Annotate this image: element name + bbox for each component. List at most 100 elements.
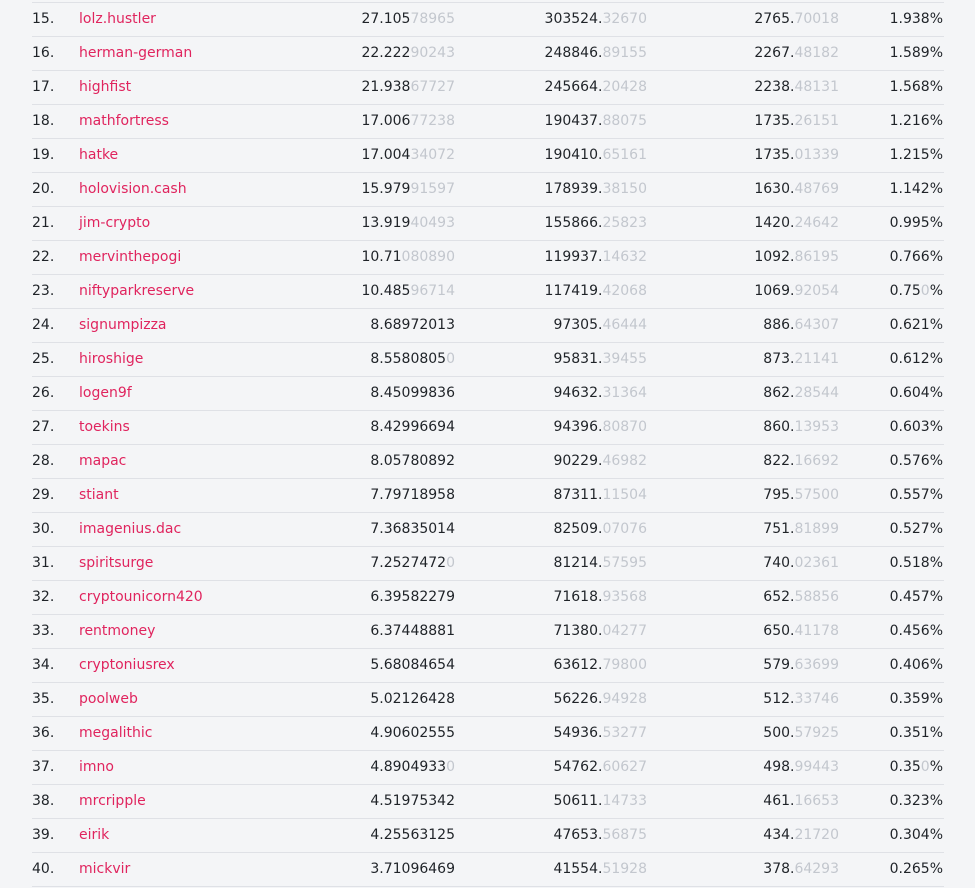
percentage-cell-main: 0.612% <box>889 351 943 367</box>
account-name-link[interactable]: stiant <box>79 479 119 512</box>
value-cell-3-main: 860. <box>763 419 795 435</box>
value-cell-1: 7.36835014 <box>370 513 455 546</box>
account-name-link[interactable]: hatke <box>79 139 118 172</box>
percentage-cell-main: 1.215% <box>889 147 943 163</box>
account-name-link[interactable]: spiritsurge <box>79 547 153 580</box>
account-name-link[interactable]: mathfortress <box>79 105 169 138</box>
account-name-link[interactable]: mervinthepogi <box>79 241 181 274</box>
account-name-link[interactable]: poolweb <box>79 683 138 716</box>
value-cell-2: 248846.89155 <box>545 37 647 70</box>
value-cell-1: 13.91940493 <box>361 207 455 240</box>
rank-number: 27. <box>32 419 55 435</box>
account-name-link[interactable]: hiroshige <box>79 343 143 376</box>
account-name-link[interactable]: imagenius.dac <box>79 513 181 546</box>
value-cell-3-faded-digits: 64293 <box>794 861 839 877</box>
account-name-link[interactable]: herman-german <box>79 37 192 70</box>
value-cell-2: 87311.11504 <box>553 479 647 512</box>
account-name-link[interactable]: signumpizza <box>79 309 167 342</box>
value-cell-1: 7.25274720 <box>370 547 455 580</box>
value-cell-3-faded-digits: 01339 <box>794 147 839 163</box>
account-name-link[interactable]: lolz.hustler <box>79 3 156 36</box>
value-cell-2-faded-digits: 14632 <box>602 249 647 265</box>
value-cell-1-main: 17.006 <box>361 113 411 129</box>
value-cell-1-main: 21.938 <box>361 79 411 95</box>
table-row: 37. imno 4.89049330 54762.60627 498.99443 0.3… <box>32 751 944 785</box>
value-cell-2-faded-digits: 60627 <box>602 759 647 775</box>
percentage-cell: 0.456% <box>890 615 943 648</box>
percentage-cell: 0.304% <box>890 819 943 852</box>
rank-number: 28. <box>32 453 55 469</box>
rank-number: 40. <box>32 861 55 877</box>
value-cell-1: 8.42996694 <box>370 411 455 444</box>
value-cell-3: 751.81899 <box>763 513 839 546</box>
leaderboard-table: 15. lolz.hustler 27.10578965 303524.32670 27… <box>32 2 944 887</box>
value-cell-2: 94632.31364 <box>553 377 647 410</box>
account-name-link[interactable]: rentmoney <box>79 615 155 648</box>
value-cell-3-faded-digits: 63699 <box>794 657 839 673</box>
value-cell-1: 8.68972013 <box>370 309 455 342</box>
percentage-cell-faded-digits: 0 <box>920 283 930 299</box>
value-cell-2: 63612.79800 <box>553 649 647 682</box>
account-name-link[interactable]: cryptounicorn420 <box>79 581 203 614</box>
value-cell-1: 15.97991597 <box>361 173 455 206</box>
value-cell-2: 117419.42068 <box>545 275 647 308</box>
account-name-link[interactable]: megalithic <box>79 717 152 750</box>
account-name-link[interactable]: toekins <box>79 411 130 444</box>
value-cell-2-main: 178939. <box>544 181 603 197</box>
table-row: 22. mervinthepogi 10.71080890 119937.14632 1… <box>32 241 944 275</box>
rank-number: 35. <box>32 691 55 707</box>
value-cell-2: 90229.46982 <box>553 445 647 478</box>
table-row: 25. hiroshige 8.55808050 95831.39455 873.211… <box>32 343 944 377</box>
table-row: 17. highfist 21.93867727 245664.20428 2238.4… <box>32 71 944 105</box>
account-name-link[interactable]: highfist <box>79 71 131 104</box>
value-cell-2-faded-digits: 38150 <box>602 181 647 197</box>
rank-number: 33. <box>32 623 55 639</box>
value-cell-1-faded-digits: 080890 <box>401 249 455 265</box>
account-name-link[interactable]: mapac <box>79 445 126 478</box>
value-cell-1: 17.00434072 <box>361 139 455 172</box>
percentage-cell: 0.603% <box>890 411 943 444</box>
account-name-link[interactable]: jim-crypto <box>79 207 150 240</box>
value-cell-1-faded-digits: 0 <box>446 555 455 571</box>
value-cell-1-main: 4.90602555 <box>370 725 455 741</box>
value-cell-1-main: 3.71096469 <box>370 861 455 877</box>
account-name-link[interactable]: imno <box>79 751 114 784</box>
value-cell-1: 8.55808050 <box>370 343 455 376</box>
percentage-cell-main: 0.557% <box>889 487 943 503</box>
value-cell-1: 10.71080890 <box>361 241 455 274</box>
value-cell-2-faded-digits: 31364 <box>602 385 647 401</box>
value-cell-1-faded-digits: 34072 <box>410 147 455 163</box>
account-name-link[interactable]: mickvir <box>79 853 130 886</box>
value-cell-1-main: 7.79718958 <box>370 487 455 503</box>
value-cell-1-main: 8.5580805 <box>370 351 447 367</box>
rank-number: 31. <box>32 555 55 571</box>
table-row: 15. lolz.hustler 27.10578965 303524.32670 27… <box>32 2 944 37</box>
value-cell-2: 54936.53277 <box>553 717 647 750</box>
value-cell-3-main: 2765. <box>754 11 795 27</box>
value-cell-2-faded-digits: 53277 <box>602 725 647 741</box>
value-cell-1-main: 4.51975342 <box>370 793 455 809</box>
account-name-link[interactable]: mrcripple <box>79 785 146 818</box>
percentage-cell: 1.216% <box>890 105 943 138</box>
value-cell-1-faded-digits: 0 <box>446 759 455 775</box>
table-row: 23. niftyparkreserve 10.48596714 117419.420… <box>32 275 944 309</box>
account-name-link[interactable]: cryptoniusrex <box>79 649 175 682</box>
account-name-link[interactable]: logen9f <box>79 377 132 410</box>
value-cell-2-faded-digits: 56875 <box>602 827 647 843</box>
value-cell-2: 50611.14733 <box>553 785 647 818</box>
table-row: 26. logen9f 8.45099836 94632.31364 862.28544… <box>32 377 944 411</box>
value-cell-3: 498.99443 <box>763 751 839 784</box>
account-name-link[interactable]: holovision.cash <box>79 173 187 206</box>
value-cell-1-main: 27.105 <box>361 11 411 27</box>
account-name-link[interactable]: niftyparkreserve <box>79 275 194 308</box>
value-cell-3-faded-digits: 16692 <box>794 453 839 469</box>
value-cell-3-faded-digits: 16653 <box>794 793 839 809</box>
value-cell-2: 119937.14632 <box>545 241 647 274</box>
value-cell-2: 190437.88075 <box>545 105 647 138</box>
value-cell-2-main: 56226. <box>553 691 603 707</box>
account-name-link[interactable]: eirik <box>79 819 109 852</box>
value-cell-3-main: 378. <box>763 861 795 877</box>
percentage-cell-main: 0.603% <box>889 419 943 435</box>
value-cell-2-faded-digits: 65161 <box>602 147 647 163</box>
table-row: 31. spiritsurge 7.25274720 81214.57595 740.0… <box>32 547 944 581</box>
